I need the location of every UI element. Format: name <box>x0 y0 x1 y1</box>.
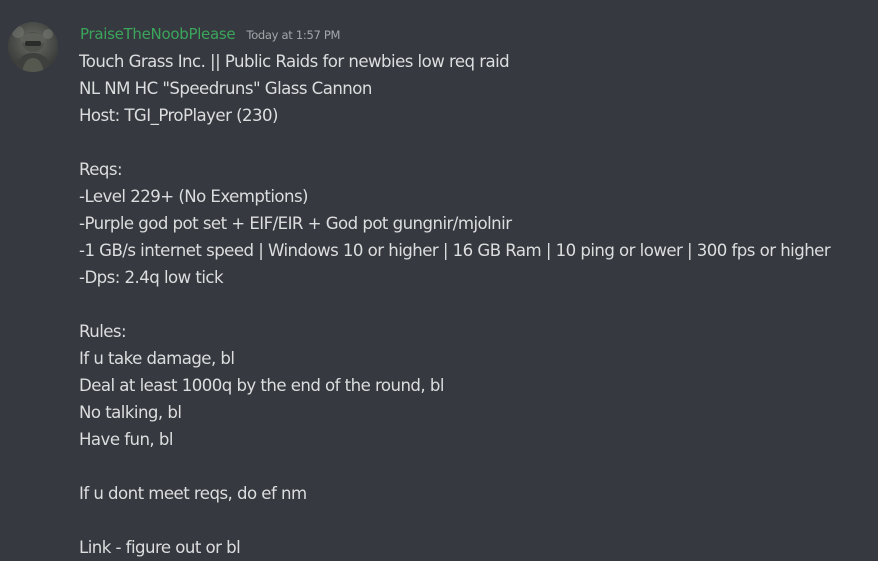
message-line: Deal at least 1000q by the end of the ro… <box>79 376 444 395</box>
message-header: PraiseTheNoobPlease Today at 1:57 PM <box>80 24 340 43</box>
message-line: No talking, bl <box>79 403 182 422</box>
message-line: Have fun, bl <box>79 430 173 449</box>
message-line: -Purple god pot set + EIF/EIR + God pot … <box>79 214 512 233</box>
message-line: Link - figure out or bl <box>79 538 241 557</box>
message-content: Touch Grass Inc. || Public Raids for new… <box>79 48 878 561</box>
message-line: -Dps: 2.4q low tick <box>79 268 224 287</box>
message-line: Rules: <box>79 322 127 341</box>
message-line: If u dont meet reqs, do ef nm <box>79 484 307 503</box>
message-line: Reqs: <box>79 160 123 179</box>
message-line: Host: TGI_ProPlayer (230) <box>79 106 279 125</box>
message-line: NL NM HC "Speedruns" Glass Cannon <box>79 79 372 98</box>
message-line: If u take damage, bl <box>79 349 235 368</box>
author-name[interactable]: PraiseTheNoobPlease <box>80 25 236 43</box>
message-line: Touch Grass Inc. || Public Raids for new… <box>79 52 510 71</box>
message-line: -Level 229+ (No Exemptions) <box>79 187 309 206</box>
user-avatar[interactable] <box>8 22 58 72</box>
message-timestamp: Today at 1:57 PM <box>246 28 341 42</box>
chat-message: PraiseTheNoobPlease Today at 1:57 PM Tou… <box>0 0 878 560</box>
message-line: -1 GB/s internet speed | Windows 10 or h… <box>79 241 831 260</box>
user-avatar-icon <box>8 22 58 72</box>
